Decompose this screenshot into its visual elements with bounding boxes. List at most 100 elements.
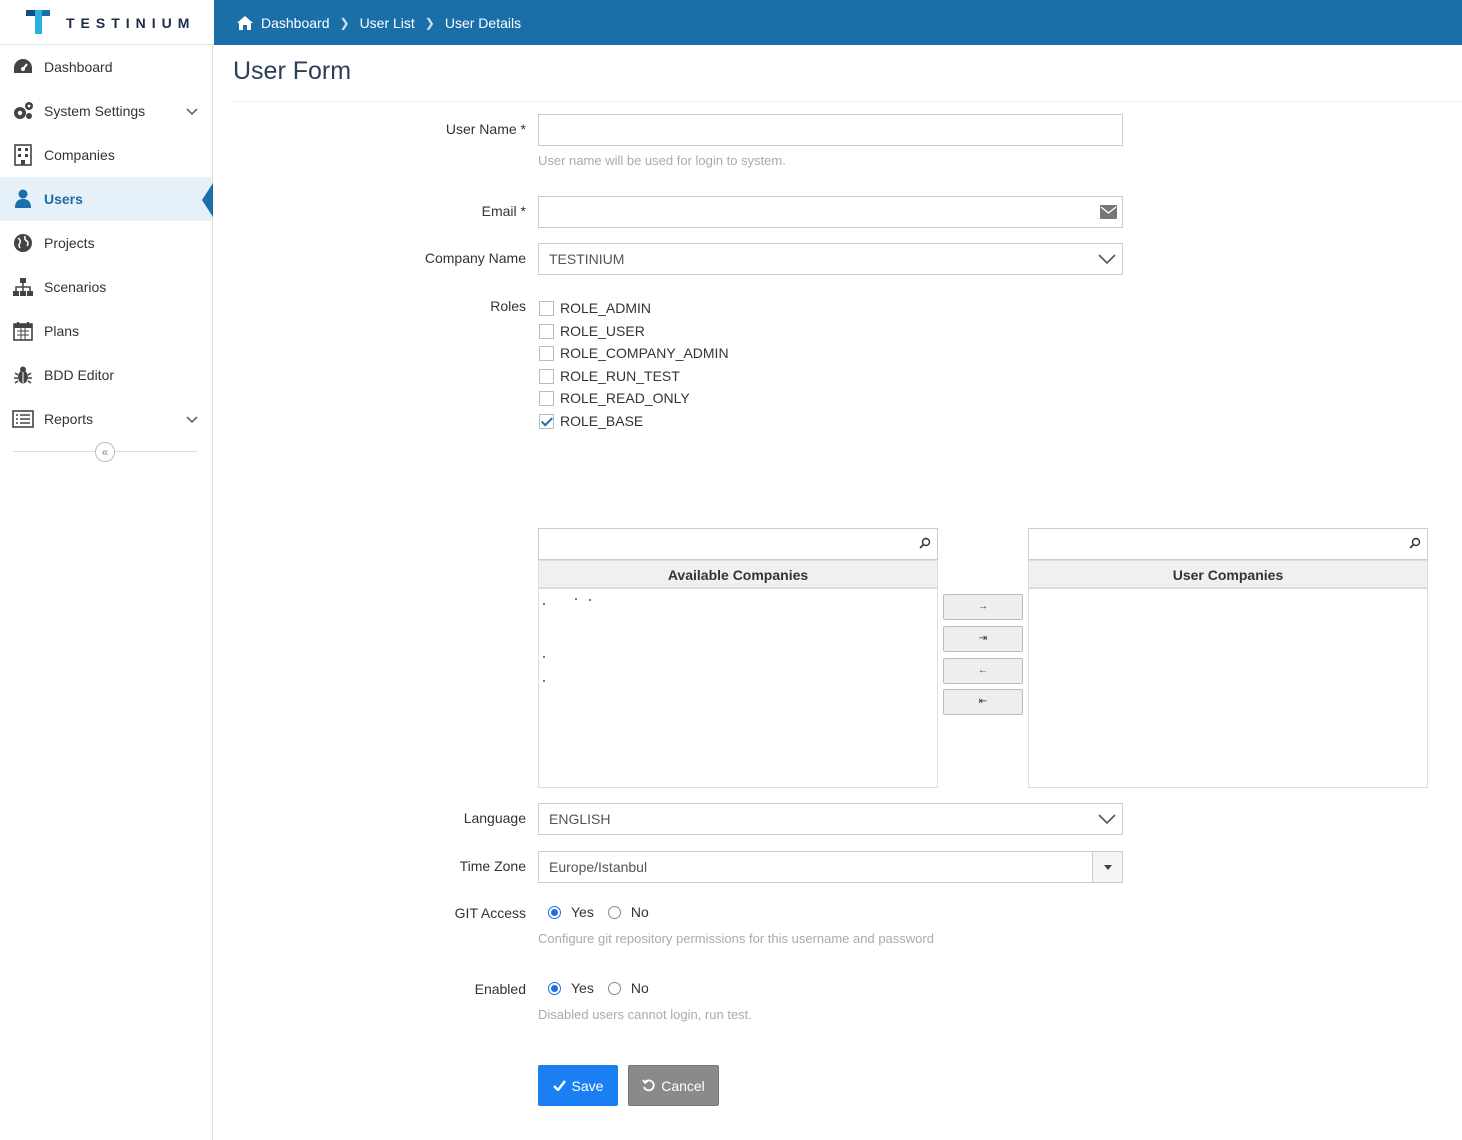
top-bar: TESTINIUM Dashboard ❯ User List ❯ User D… [0,0,1462,45]
timezone-dropdown-button[interactable] [1092,851,1123,883]
timezone-label: Time Zone [459,858,526,874]
role-checkbox[interactable] [539,345,554,361]
role-label: ROLE_USER [560,323,645,339]
dashboard-icon [12,56,34,78]
sidebar-item-companies[interactable]: Companies [0,133,212,177]
role-item[interactable]: ROLE_USER [539,321,645,341]
list-icon [12,408,34,430]
git-access-yes-label: Yes [571,904,594,920]
gears-icon [12,100,34,122]
home-icon[interactable] [236,15,254,31]
role-checkbox[interactable] [539,390,554,406]
role-item[interactable]: ROLE_BASE [539,411,643,431]
user-companies-list[interactable] [1028,588,1428,788]
globe-icon [12,232,34,254]
envelope-icon [1100,205,1117,219]
role-checkbox[interactable] [539,368,554,384]
sidebar-item-reports[interactable]: Reports [0,397,212,441]
sidebar-item-label: Dashboard [44,59,113,75]
available-companies-header: Available Companies [538,560,938,588]
sitemap-icon [12,276,34,298]
breadcrumb: Dashboard ❯ User List ❯ User Details [236,0,521,45]
bug-icon [12,364,34,386]
enabled-yes-label: Yes [571,980,594,996]
save-button[interactable]: Save [538,1065,618,1106]
available-companies-search[interactable] [538,528,938,560]
username-label: User Name * [445,121,526,137]
username-input[interactable] [538,114,1123,146]
role-item[interactable]: ROLE_COMPANY_ADMIN [539,343,729,363]
timezone-select[interactable]: Europe/Istanbul [538,851,1123,883]
list-item[interactable] [543,680,545,682]
role-item[interactable]: ROLE_READ_ONLY [539,388,690,408]
save-label: Save [571,1077,604,1094]
collapse-sidebar-icon[interactable]: « [95,442,115,462]
git-access-yes-radio[interactable] [548,905,561,919]
enabled-label: Enabled [474,981,526,997]
list-item[interactable] [589,599,591,601]
cancel-button[interactable]: Cancel [628,1065,719,1106]
company-select[interactable]: TESTINIUM [538,243,1123,275]
user-companies-search[interactable] [1028,528,1428,560]
sidebar-item-projects[interactable]: Projects [0,221,212,265]
sidebar-item-dashboard[interactable]: Dashboard [0,45,212,89]
enabled-yes-radio[interactable] [548,981,561,995]
check-icon [552,1080,566,1091]
sidebar-item-label: Users [44,191,83,207]
available-companies-list[interactable] [538,588,938,788]
list-item[interactable] [543,656,545,658]
role-item[interactable]: ROLE_RUN_TEST [539,366,680,386]
email-input[interactable] [538,196,1123,228]
sidebar-item-plans[interactable]: Plans [0,309,212,353]
timezone-value: Europe/Istanbul [549,859,648,875]
role-checkbox[interactable] [539,300,554,316]
git-access-no-radio[interactable] [607,905,621,919]
role-item[interactable]: ROLE_ADMIN [539,298,651,318]
sidebar-item-label: Plans [44,323,80,339]
sidebar-item-label: Scenarios [44,279,107,295]
username-help: User name will be used for login to syst… [538,153,786,168]
search-icon [919,537,931,549]
company-value: TESTINIUM [549,251,625,267]
list-item[interactable] [543,603,545,605]
language-value: ENGLISH [549,811,611,827]
enabled-no-radio[interactable] [607,981,621,995]
move-selected-left-button[interactable]: ← [943,658,1023,684]
language-select[interactable]: ENGLISH [538,803,1123,835]
role-label: ROLE_BASE [560,413,644,429]
language-label: Language [463,810,526,826]
chevron-down-icon [1098,814,1116,825]
sidebar-item-system-settings[interactable]: System Settings [0,89,212,133]
main-content: User Form User Name * User name will be … [213,45,1462,1140]
enabled-options: Yes No [548,978,663,998]
chevron-down-icon[interactable] [186,413,198,425]
page-title: User Form [233,57,352,85]
enabled-help: Disabled users cannot login, run test. [538,1007,752,1022]
role-label: ROLE_COMPANY_ADMIN [560,345,729,361]
breadcrumb-separator-icon: ❯ [339,15,350,30]
breadcrumb-user-list[interactable]: User List [360,15,415,31]
testinium-logo-icon [26,10,50,34]
git-access-no-label: No [630,904,649,920]
sidebar-item-label: System Settings [44,103,146,119]
breadcrumb-user-details: User Details [444,14,522,31]
cancel-label: Cancel [661,1077,705,1094]
caret-down-icon [1104,865,1112,870]
role-label: ROLE_READ_ONLY [560,390,690,406]
sidebar-item-scenarios[interactable]: Scenarios [0,265,212,309]
sidebar-item-bdd-editor[interactable]: BDD Editor [0,353,212,397]
building-icon [12,144,34,166]
chevron-down-icon[interactable] [186,105,198,117]
role-checkbox[interactable] [539,413,554,429]
email-label: Email * [481,203,526,219]
breadcrumb-dashboard[interactable]: Dashboard [261,15,330,31]
sidebar-item-users[interactable]: Users [0,177,213,221]
logo[interactable]: TESTINIUM [0,0,214,45]
move-all-right-button[interactable]: ⇥ [943,626,1023,652]
move-selected-right-button[interactable]: → [943,594,1023,620]
page: TESTINIUM Dashboard ❯ User List ❯ User D… [0,0,1462,1140]
search-icon [1409,537,1421,549]
list-item[interactable] [575,598,577,600]
move-all-left-button[interactable]: ⇤ [943,689,1023,715]
role-checkbox[interactable] [539,323,554,339]
